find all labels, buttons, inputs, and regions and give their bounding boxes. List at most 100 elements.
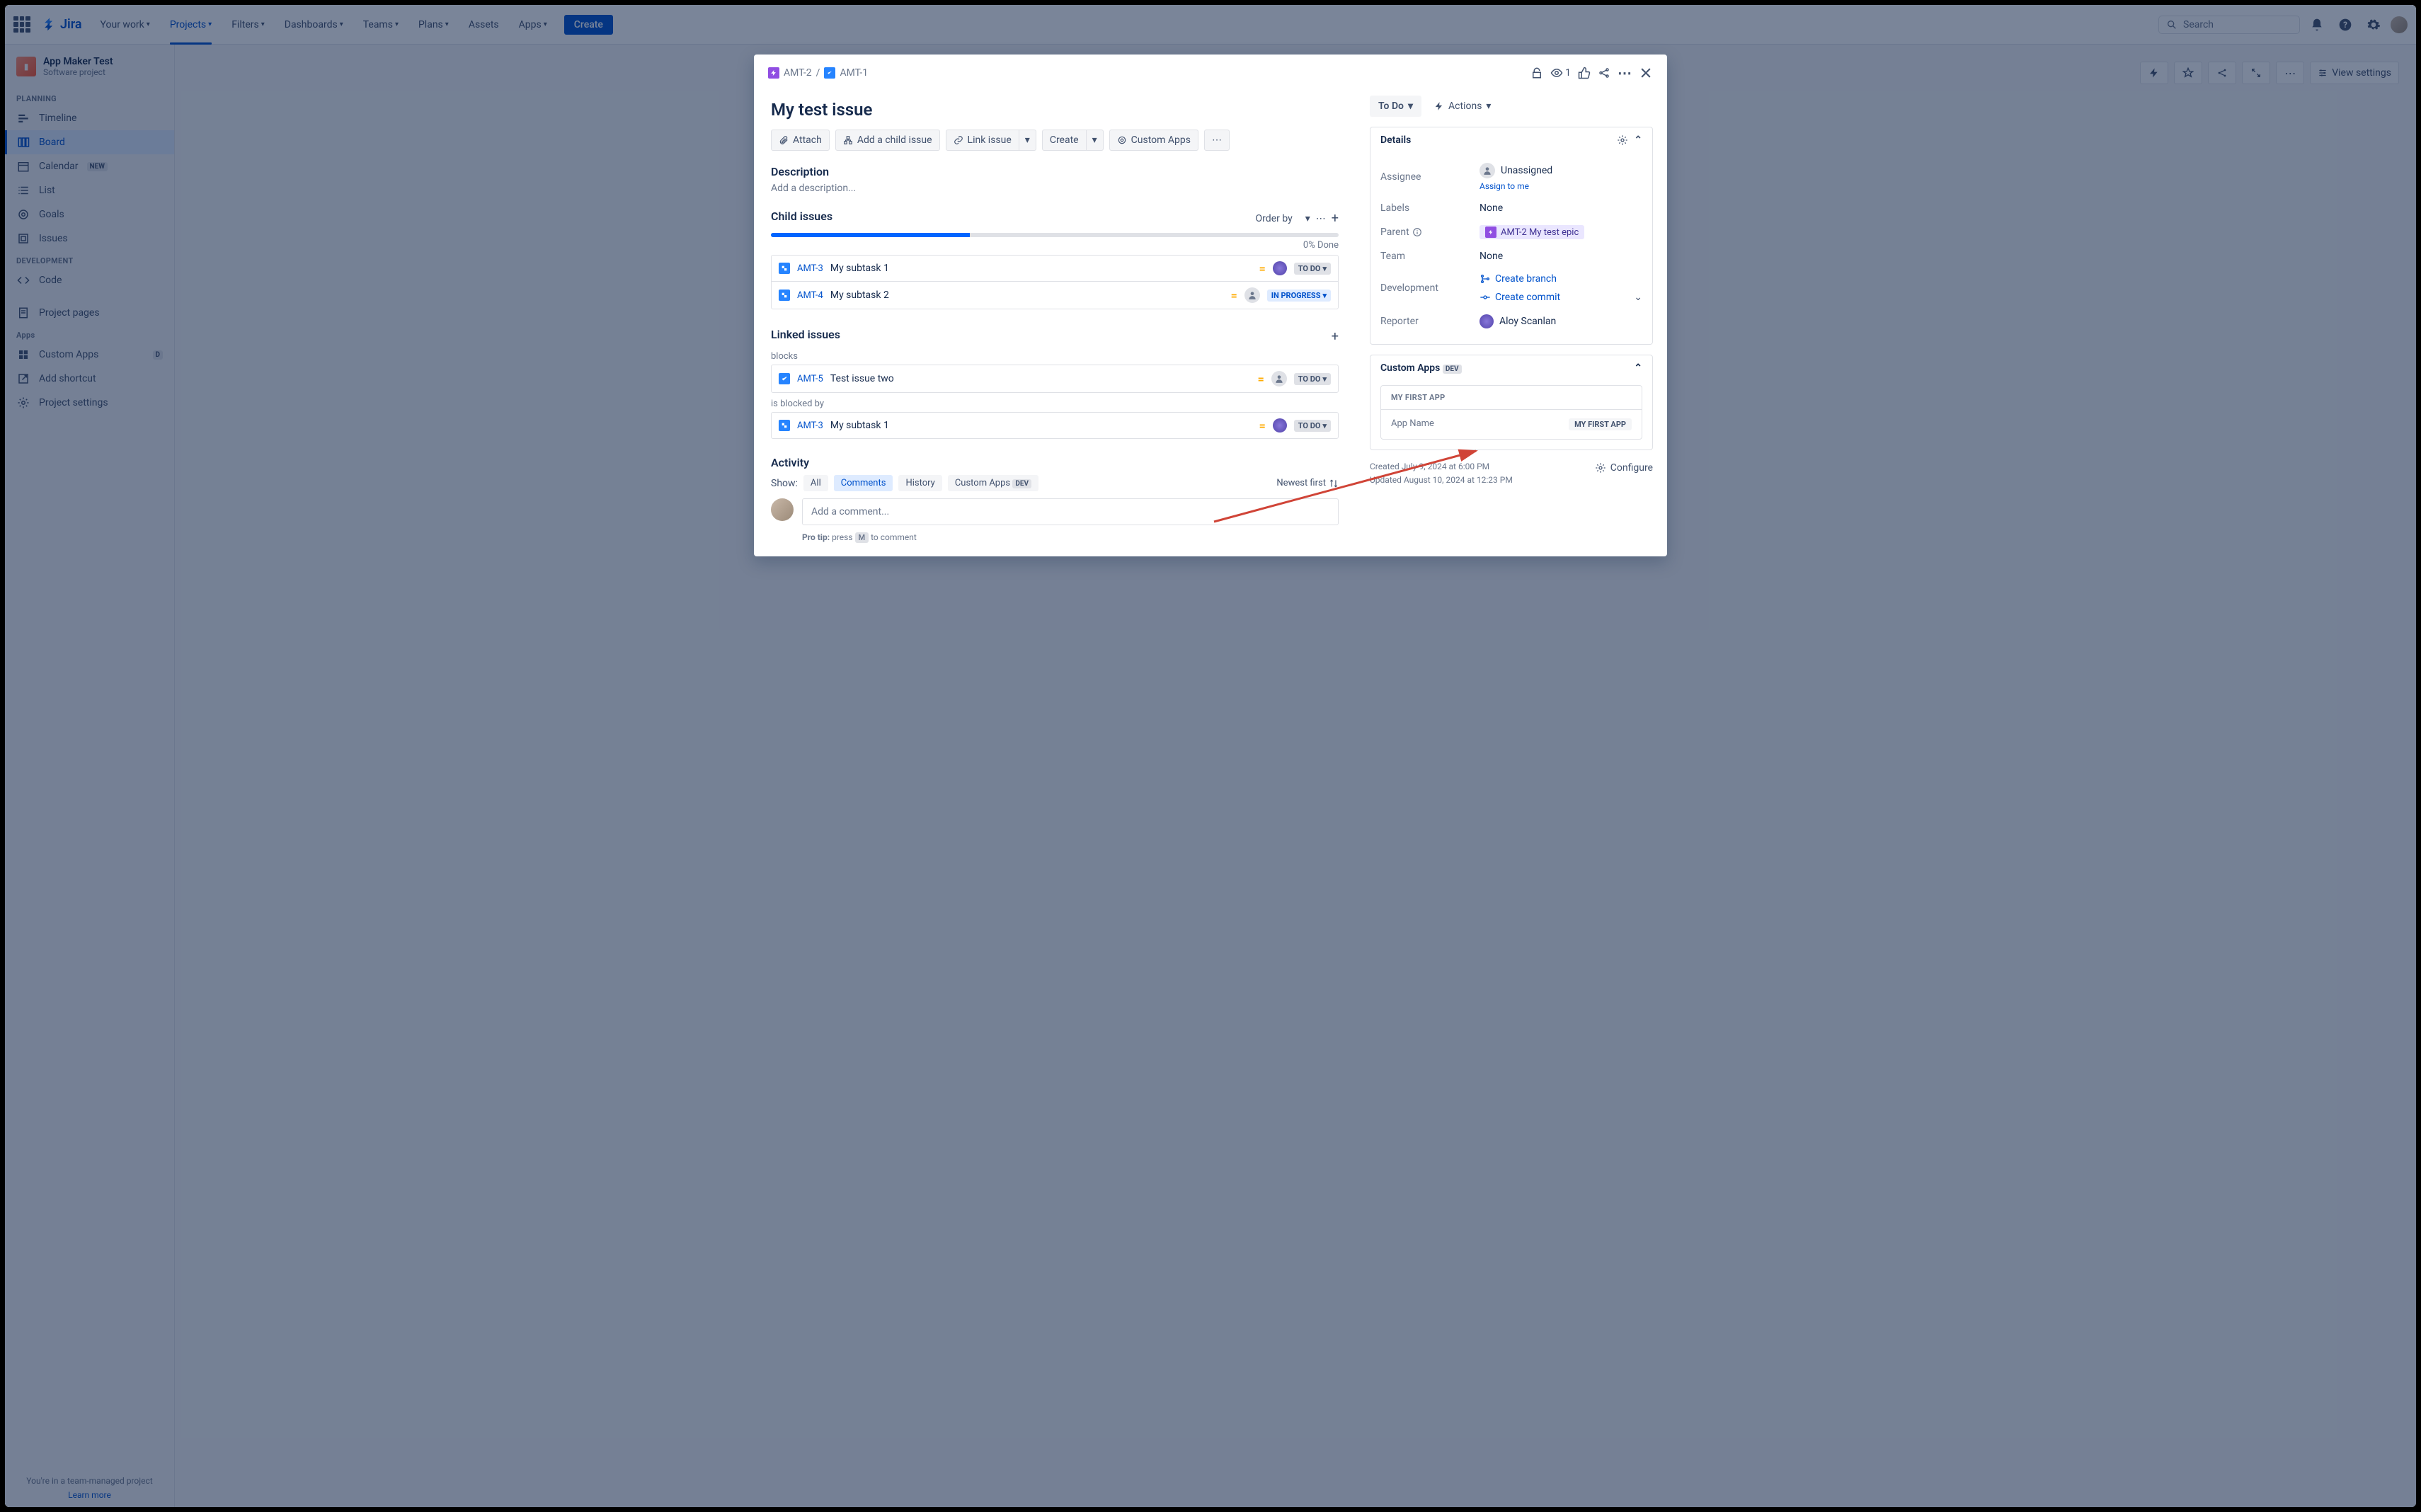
share-modal-icon[interactable] xyxy=(1598,67,1610,79)
epic-icon xyxy=(1485,227,1496,238)
branch-icon xyxy=(1480,273,1491,285)
issue-key[interactable]: AMT-3 xyxy=(797,420,823,431)
gear-icon[interactable] xyxy=(1617,134,1628,146)
breadcrumb: AMT-2 / AMT-1 xyxy=(768,67,868,79)
reporter-label: Reporter xyxy=(1380,314,1480,328)
add-child-icon[interactable]: + xyxy=(1332,211,1339,226)
create-branch-link[interactable]: Create branch xyxy=(1480,273,1557,285)
comment-input[interactable]: Add a comment... xyxy=(802,498,1339,525)
more-actions-button[interactable]: ⋯ xyxy=(1204,130,1230,151)
sort-icon xyxy=(1329,479,1339,488)
create-sub-button[interactable]: Create xyxy=(1042,130,1087,151)
custom-icon xyxy=(1117,135,1127,145)
create-commit-link[interactable]: Create commit⌄ xyxy=(1480,292,1642,303)
chevron-up-icon: ⌃ xyxy=(1634,362,1642,374)
activity-tab-all[interactable]: All xyxy=(803,475,828,491)
linked-issue-row[interactable]: AMT-5 Test issue two = TO DO ▾ xyxy=(772,365,1338,392)
app-field-value: MY FIRST APP xyxy=(1569,418,1632,430)
issue-summary: My subtask 1 xyxy=(830,420,1252,431)
development-label: Development xyxy=(1380,273,1480,303)
status-button[interactable]: IN PROGRESS ▾ xyxy=(1267,290,1331,302)
unassigned-icon xyxy=(1480,163,1495,178)
lock-icon[interactable] xyxy=(1530,67,1543,79)
assignee-avatar[interactable] xyxy=(1273,261,1287,275)
reporter-value[interactable]: Aloy Scanlan xyxy=(1499,316,1556,327)
team-value[interactable]: None xyxy=(1480,251,1642,262)
gear-icon xyxy=(1595,462,1606,474)
dev-badge: DEV xyxy=(1012,479,1031,488)
link-icon xyxy=(954,135,963,145)
issue-key[interactable]: AMT-3 xyxy=(797,263,823,274)
configure-link[interactable]: Configure xyxy=(1595,460,1653,476)
unassigned-avatar[interactable] xyxy=(1244,287,1260,303)
issue-key[interactable]: AMT-5 xyxy=(797,374,823,384)
issue-summary: My subtask 1 xyxy=(830,263,1252,274)
subtask-icon xyxy=(779,420,790,431)
parent-label: Parent xyxy=(1380,225,1480,239)
description-heading: Description xyxy=(771,165,1339,178)
child-issue-row[interactable]: AMT-3 My subtask 1 = TO DO ▾ xyxy=(772,256,1338,282)
actions-dropdown[interactable]: Actions ▾ xyxy=(1427,96,1498,117)
child-issue-row[interactable]: AMT-4 My subtask 2 = IN PROGRESS ▾ xyxy=(772,282,1338,309)
priority-icon: = xyxy=(1231,289,1237,302)
more-modal-icon[interactable]: ⋯ xyxy=(1618,64,1632,81)
details-panel-header[interactable]: Details ⌃ xyxy=(1370,127,1652,153)
assignee-avatar[interactable] xyxy=(1273,418,1287,433)
create-sub-dropdown[interactable]: ▾ xyxy=(1087,130,1104,151)
child-progress-label: 0% Done xyxy=(771,240,1339,251)
assignee-value[interactable]: Unassigned xyxy=(1501,165,1552,176)
protip: Pro tip: press M to comment xyxy=(802,532,1339,542)
add-child-button[interactable]: Add a child issue xyxy=(835,130,940,151)
blocks-label: blocks xyxy=(771,351,1339,362)
attach-button[interactable]: Attach xyxy=(771,130,830,151)
custom-apps-button[interactable]: Custom Apps xyxy=(1109,130,1198,151)
issue-modal: AMT-2 / AMT-1 1 ⋯ My test issue xyxy=(754,55,1667,556)
unassigned-avatar[interactable] xyxy=(1271,371,1287,386)
status-button[interactable]: TO DO ▾ xyxy=(1294,373,1331,385)
breadcrumb-epic[interactable]: AMT-2 xyxy=(784,67,812,79)
link-issue-dropdown[interactable]: ▾ xyxy=(1019,130,1036,151)
user-avatar xyxy=(771,498,794,521)
child-issues-heading: Child issues xyxy=(771,210,832,223)
order-by-dropdown[interactable]: Order by ▾ xyxy=(1256,213,1310,224)
status-button[interactable]: TO DO ▾ xyxy=(1294,263,1331,275)
task-icon xyxy=(824,67,835,79)
subtask-icon xyxy=(779,290,790,301)
commit-icon xyxy=(1480,292,1491,303)
info-icon[interactable] xyxy=(1412,227,1422,237)
activity-tab-history[interactable]: History xyxy=(898,475,942,491)
parent-pill[interactable]: AMT-2 My test epic xyxy=(1480,225,1584,239)
chevron-down-icon: ⌄ xyxy=(1634,292,1642,303)
status-dropdown[interactable]: To Do ▾ xyxy=(1370,96,1421,117)
status-button[interactable]: TO DO ▾ xyxy=(1294,420,1331,432)
custom-apps-panel-header[interactable]: Custom Apps DEV ⌃ xyxy=(1370,355,1652,381)
assign-to-me-link[interactable]: Assign to me xyxy=(1480,181,1529,191)
subtask-icon xyxy=(779,263,790,274)
chevron-up-icon: ⌃ xyxy=(1634,134,1642,146)
priority-icon: = xyxy=(1259,419,1266,433)
blocked-by-label: is blocked by xyxy=(771,399,1339,409)
labels-label: Labels xyxy=(1380,202,1480,214)
priority-icon: = xyxy=(1259,262,1266,275)
reporter-avatar xyxy=(1480,314,1494,328)
breadcrumb-task[interactable]: AMT-1 xyxy=(840,67,868,79)
activity-tab-custom[interactable]: Custom Apps DEV xyxy=(948,475,1038,491)
show-label: Show: xyxy=(771,478,798,489)
add-link-icon[interactable]: + xyxy=(1332,329,1339,344)
assignee-label: Assignee xyxy=(1380,163,1480,191)
link-issue-button[interactable]: Link issue xyxy=(946,130,1019,151)
child-more-icon[interactable]: ⋯ xyxy=(1316,213,1326,224)
team-label: Team xyxy=(1380,251,1480,262)
watch-icon[interactable]: 1 xyxy=(1550,67,1571,79)
like-icon[interactable] xyxy=(1578,67,1591,79)
description-field[interactable]: Add a description... xyxy=(771,183,1339,194)
child-icon xyxy=(843,135,853,145)
issue-title[interactable]: My test issue xyxy=(771,100,1339,120)
linked-issue-row[interactable]: AMT-3 My subtask 1 = TO DO ▾ xyxy=(772,413,1338,438)
labels-value[interactable]: None xyxy=(1480,202,1642,214)
sort-newest[interactable]: Newest first xyxy=(1276,478,1339,488)
issue-key[interactable]: AMT-4 xyxy=(797,290,823,301)
close-icon[interactable] xyxy=(1639,66,1653,80)
activity-tab-comments[interactable]: Comments xyxy=(834,475,893,491)
app-field-label: App Name xyxy=(1391,418,1569,430)
